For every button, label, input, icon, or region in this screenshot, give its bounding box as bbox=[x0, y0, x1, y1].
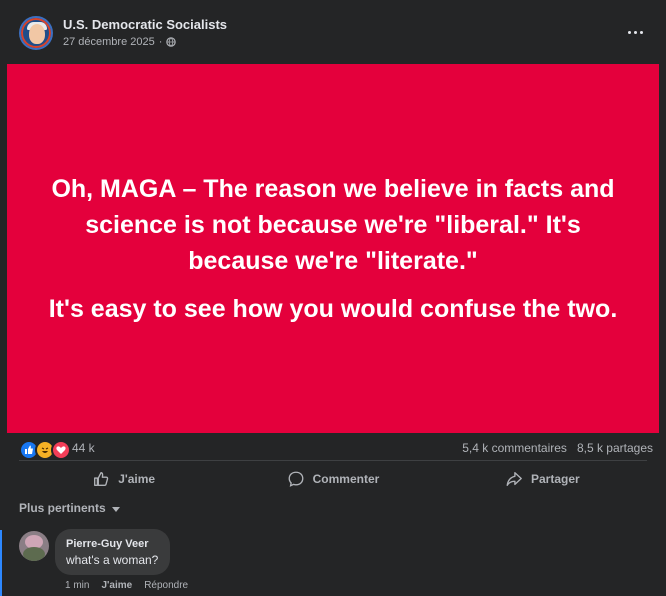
page-avatar[interactable] bbox=[19, 16, 53, 50]
meta-separator: · bbox=[158, 36, 163, 48]
comment-label: Commenter bbox=[312, 472, 380, 486]
reaction-count[interactable]: 44 k bbox=[72, 441, 95, 455]
globe-icon bbox=[166, 37, 177, 47]
comment-meta: 1 min J'aime Répondre bbox=[65, 580, 188, 591]
share-button[interactable]: Partager bbox=[438, 465, 647, 493]
comment-time[interactable]: 1 min bbox=[65, 580, 89, 591]
comment-count[interactable]: 5,4 k commentaires bbox=[462, 441, 567, 455]
comment-text: what's a woman? bbox=[66, 553, 159, 567]
post-image[interactable]: Oh, MAGA – The reason we believe in fact… bbox=[7, 64, 659, 433]
share-icon bbox=[506, 472, 522, 486]
page-name-link[interactable]: U.S. Democratic Socialists bbox=[63, 17, 227, 32]
share-label: Partager bbox=[530, 472, 580, 486]
post-actions: J'aime Commenter Partager bbox=[19, 460, 647, 493]
like-button[interactable]: J'aime bbox=[19, 465, 228, 493]
post-date[interactable]: 27 décembre 2025 bbox=[63, 36, 155, 48]
thumbs-up-icon bbox=[94, 472, 109, 486]
share-count[interactable]: 8,5 k partages bbox=[577, 441, 653, 455]
comment-like-link[interactable]: J'aime bbox=[101, 580, 132, 591]
comment-button[interactable]: Commenter bbox=[228, 465, 437, 493]
commenter-avatar[interactable] bbox=[19, 531, 49, 561]
image-text-line-1: Oh, MAGA – The reason we believe in fact… bbox=[51, 174, 615, 275]
comment-reply-link[interactable]: Répondre bbox=[144, 580, 188, 591]
love-icon bbox=[51, 440, 71, 460]
post-stats: 44 k 5,4 k commentaires 8,5 k partages bbox=[19, 438, 653, 460]
more-options-icon[interactable] bbox=[623, 24, 647, 40]
reaction-icons[interactable] bbox=[19, 440, 71, 460]
active-comment-indicator bbox=[0, 530, 2, 596]
comment-filter-label: Plus pertinents bbox=[19, 501, 106, 515]
comment-filter-dropdown[interactable]: Plus pertinents bbox=[19, 501, 120, 515]
post-card: U.S. Democratic Socialists 27 décembre 2… bbox=[7, 0, 659, 596]
comment-bubble: Pierre-Guy Veer what's a woman? bbox=[55, 529, 171, 575]
comment-author[interactable]: Pierre-Guy Veer bbox=[66, 538, 158, 550]
post-meta: 27 décembre 2025 · bbox=[63, 36, 177, 48]
comment-icon bbox=[288, 471, 304, 487]
engagement-counts: 5,4 k commentaires 8,5 k partages bbox=[462, 441, 653, 455]
image-text-line-2: It's easy to see how you would confuse t… bbox=[48, 294, 618, 323]
like-label: J'aime bbox=[118, 472, 156, 486]
post-header: U.S. Democratic Socialists 27 décembre 2… bbox=[19, 14, 659, 54]
chevron-down-icon bbox=[111, 506, 120, 512]
